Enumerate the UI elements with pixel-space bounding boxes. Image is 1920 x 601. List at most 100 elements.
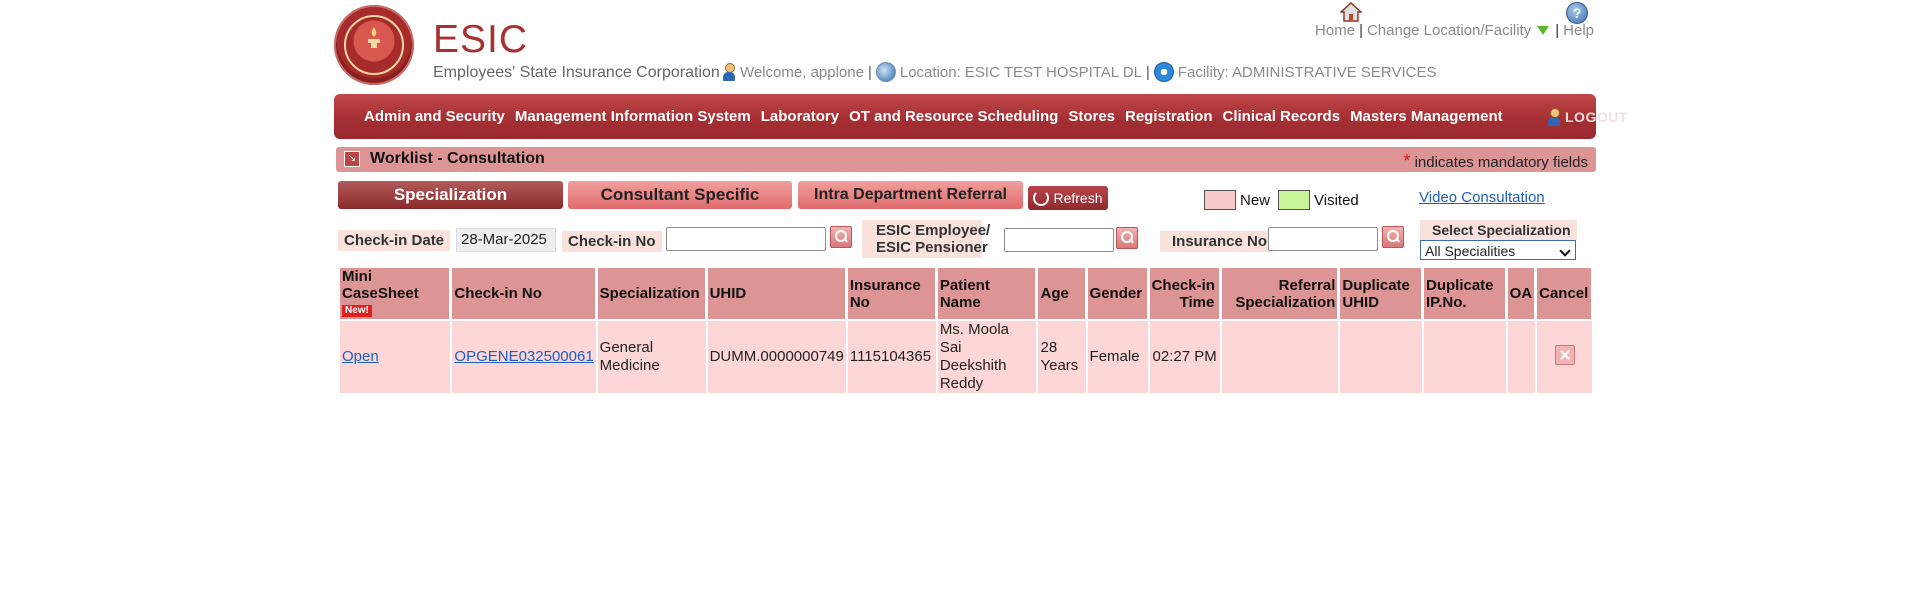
separator: | <box>1359 22 1363 39</box>
status-legend: New Visited <box>1204 190 1359 210</box>
video-consultation-link[interactable]: Video Consultation <box>1419 189 1545 206</box>
worklist-title: Worklist - Consultation <box>370 150 545 167</box>
cell-duplicate-uhid <box>1340 319 1422 393</box>
separator: | <box>867 63 872 81</box>
change-location-link[interactable]: Change Location/Facility <box>1367 22 1531 39</box>
tab-specialization[interactable]: Specialization <box>338 181 563 209</box>
select-specialization-label: Select Specialization <box>1420 220 1577 240</box>
refresh-icon <box>1033 190 1050 206</box>
col-duplicate-uhid: Duplicate UHID <box>1340 268 1422 319</box>
insurance-no-input[interactable] <box>1268 227 1378 251</box>
esic-employee-label: ESIC Employee/ ESIC Pensioner <box>862 220 990 258</box>
insurance-no-label: Insurance No <box>1160 231 1274 252</box>
table-header-row: Mini CaseSheetNew! Check-in No Specializ… <box>340 268 1592 319</box>
esic-employee-search-icon[interactable] <box>1116 227 1138 249</box>
esic-employee-input[interactable] <box>1004 228 1114 252</box>
brand-title: ESIC <box>433 18 529 61</box>
col-oa: OA <box>1507 268 1536 319</box>
brand-subtitle: Employees' State Insurance Corporation <box>433 64 720 81</box>
col-patient-name: Patient Name <box>937 268 1037 319</box>
table-row[interactable]: Open OPGENE032500061 General Medicine DUM… <box>340 319 1592 393</box>
lamp-icon <box>368 27 380 48</box>
globe-icon <box>875 62 896 82</box>
corner-arrow-icon: ↘ <box>344 151 360 167</box>
legend-new-swatch <box>1204 190 1236 210</box>
home-link[interactable]: Home <box>1315 22 1355 39</box>
col-age: Age <box>1038 268 1086 319</box>
cell-oa <box>1507 319 1536 393</box>
cell-checkin-time: 02:27 PM <box>1149 319 1220 393</box>
separator: | <box>1145 63 1150 81</box>
worklist-title-bar: ↘ Worklist - Consultation * indicates ma… <box>336 147 1596 172</box>
specialization-select-value: All Specialities <box>1425 243 1516 259</box>
col-gender: Gender <box>1087 268 1148 319</box>
cell-checkin-no: OPGENE032500061 <box>452 319 596 393</box>
menu-registration[interactable]: Registration <box>1120 108 1218 125</box>
checkin-no-link[interactable]: OPGENE032500061 <box>454 348 593 365</box>
facility-text: Facility: ADMINISTRATIVE SERVICES <box>1177 63 1437 81</box>
checkin-no-input[interactable] <box>666 227 826 251</box>
welcome-text: Welcome, applone <box>740 63 864 81</box>
col-checkin-no: Check-in No <box>452 268 596 319</box>
menu-masters-management[interactable]: Masters Management <box>1345 108 1508 125</box>
insurance-no-search-icon[interactable] <box>1382 226 1404 248</box>
new-badge: New! <box>342 305 372 318</box>
worklist-table: Mini CaseSheetNew! Check-in No Specializ… <box>338 268 1594 393</box>
legend-new-label: New <box>1240 191 1271 209</box>
cell-open: Open <box>340 319 451 393</box>
mandatory-star: * <box>1403 151 1411 171</box>
cell-patient-name: Ms. Moola Sai Deekshith Reddy <box>937 319 1037 393</box>
cell-uhid: DUMM.0000000749 <box>707 319 846 393</box>
cell-duplicate-ipno <box>1424 319 1506 393</box>
legend-visited-label: Visited <box>1314 191 1359 209</box>
main-menu-bar: Admin and Security Management Informatio… <box>334 94 1627 139</box>
cancel-icon[interactable] <box>1554 344 1575 365</box>
checkin-no-label: Check-in No <box>562 231 662 252</box>
tab-intra-department-referral[interactable]: Intra Department Referral <box>798 181 1023 209</box>
refresh-label: Refresh <box>1053 190 1103 206</box>
col-uhid: UHID <box>707 268 846 319</box>
separator: | <box>1555 22 1560 39</box>
user-info-bar: Welcome, applone | Location: ESIC TEST H… <box>722 62 1437 82</box>
down-arrow-icon <box>1537 26 1550 35</box>
menu-stores[interactable]: Stores <box>1063 108 1120 125</box>
logout-button[interactable]: LOGOUT <box>1547 107 1628 127</box>
logout-user-icon <box>1547 108 1561 126</box>
checkin-no-search-icon[interactable] <box>830 226 852 248</box>
cell-referral-specialization <box>1221 319 1339 393</box>
col-checkin-time: Check-in Time <box>1149 268 1220 319</box>
mandatory-note: * indicates mandatory fields <box>1403 151 1588 172</box>
home-icon[interactable] <box>1340 2 1362 22</box>
chevron-down-icon <box>1559 245 1571 257</box>
legend-visited-swatch <box>1278 190 1311 210</box>
checkin-date-field[interactable]: 28-Mar-2025 <box>456 228 556 252</box>
col-mini-casesheet: Mini CaseSheetNew! <box>340 268 451 319</box>
cell-insurance-no: 1115104365 <box>847 319 936 393</box>
col-referral-specialization: Referral Specialization <box>1221 268 1339 319</box>
user-icon <box>722 63 736 81</box>
col-cancel: Cancel <box>1537 268 1592 319</box>
checkin-date-label: Check-in Date <box>338 230 451 251</box>
help-icon[interactable]: ? <box>1566 2 1588 24</box>
col-specialization: Specialization <box>597 268 706 319</box>
specialization-select[interactable]: All Specialities <box>1420 240 1576 260</box>
menu-clinical-records[interactable]: Clinical Records <box>1218 108 1346 125</box>
menu-admin-security[interactable]: Admin and Security <box>359 108 510 125</box>
refresh-button[interactable]: Refresh <box>1028 186 1108 210</box>
cell-cancel <box>1537 319 1592 393</box>
main-menu: Admin and Security Management Informatio… <box>359 94 1508 139</box>
open-casesheet-link[interactable]: Open <box>342 348 379 365</box>
top-links: Home | Change Location/Facility | Help <box>1315 22 1594 39</box>
cell-gender: Female <box>1087 319 1148 393</box>
cell-age: 28 Years <box>1038 319 1086 393</box>
menu-mis[interactable]: Management Information System <box>510 108 756 125</box>
col-insurance-no: Insurance No <box>847 268 936 319</box>
esic-label-line1: ESIC Employee/ <box>876 222 991 239</box>
menu-ot-scheduling[interactable]: OT and Resource Scheduling <box>844 108 1063 125</box>
cell-specialization: General Medicine <box>597 319 706 393</box>
menu-laboratory[interactable]: Laboratory <box>756 108 844 125</box>
help-link[interactable]: Help <box>1563 22 1594 39</box>
tab-consultant-specific[interactable]: Consultant Specific <box>568 181 792 209</box>
col-duplicate-ipno: Duplicate IP.No. <box>1424 268 1506 319</box>
location-text: Location: ESIC TEST HOSPITAL DL <box>899 63 1142 81</box>
